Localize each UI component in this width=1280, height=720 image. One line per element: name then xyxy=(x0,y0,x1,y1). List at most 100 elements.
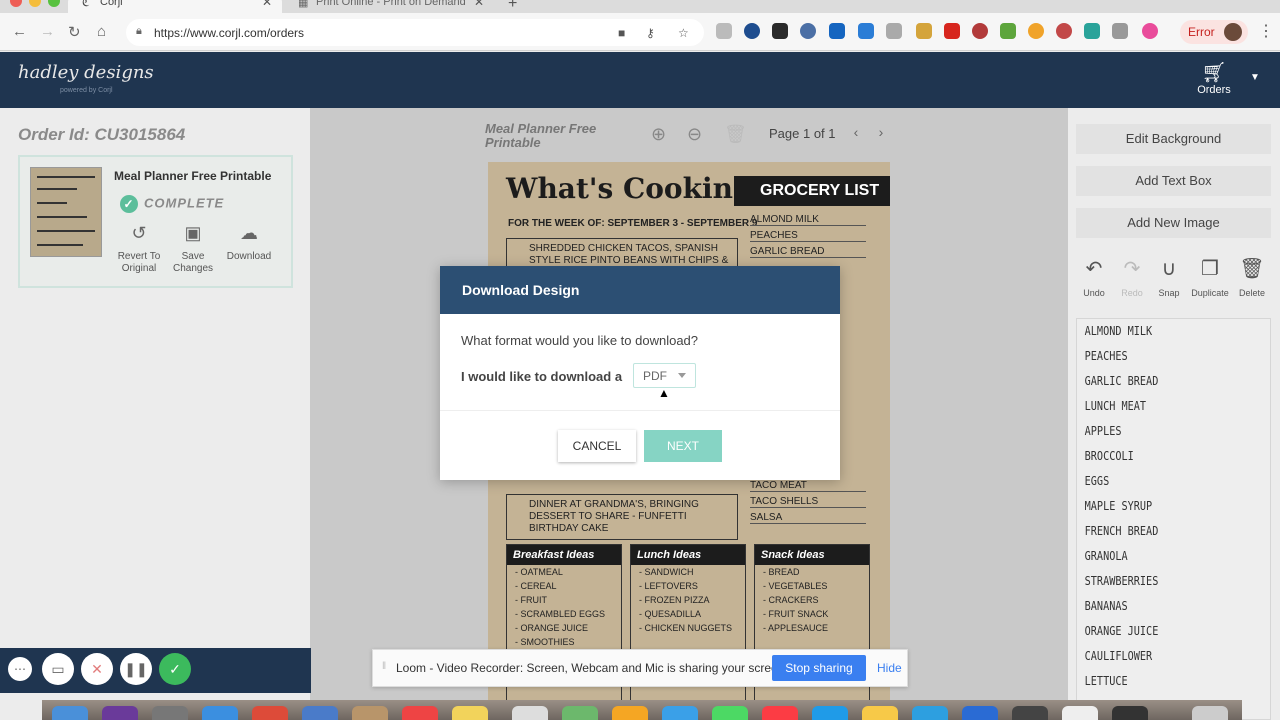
extension-icon[interactable] xyxy=(1028,23,1044,39)
new-tab-icon[interactable]: + xyxy=(508,0,517,13)
chrome-icon[interactable] xyxy=(252,706,288,720)
drag-handle-icon[interactable]: ‖ xyxy=(382,661,386,672)
list-item[interactable]: BANANAS xyxy=(1077,594,1241,619)
forward-icon[interactable]: → xyxy=(40,23,55,40)
bookmark-star-icon[interactable]: ☆ xyxy=(678,26,689,40)
list-item[interactable]: STRAWBERRIES xyxy=(1077,569,1241,594)
reload-icon[interactable]: ↻ xyxy=(68,23,81,41)
revert-button[interactable]: ↺ Revert To Original xyxy=(113,224,165,275)
list-item[interactable]: LUNCH MEAT xyxy=(1077,394,1241,419)
extension-icon[interactable] xyxy=(886,23,902,39)
profile-error-button[interactable]: Error xyxy=(1180,20,1248,44)
close-tab-icon[interactable]: ✕ xyxy=(474,0,484,9)
chevron-down-icon[interactable]: ▼ xyxy=(1250,72,1260,83)
list-item[interactable]: LETTUCE xyxy=(1077,669,1241,694)
app-icon[interactable] xyxy=(1112,706,1148,720)
launchpad-icon[interactable] xyxy=(152,706,188,720)
list-item[interactable]: MAPLE SYRUP xyxy=(1077,494,1241,519)
extension-icon[interactable] xyxy=(1084,23,1100,39)
prev-page-icon[interactable]: ‹ xyxy=(846,124,866,140)
finder-icon[interactable] xyxy=(52,706,88,720)
app-icon[interactable] xyxy=(862,706,898,720)
text-item-list[interactable]: ALMOND MILK PEACHES GARLIC BREAD LUNCH M… xyxy=(1076,318,1271,720)
zoom-in-icon[interactable]: ⊕ xyxy=(651,124,666,145)
extension-icon[interactable] xyxy=(800,23,816,39)
add-new-image-button[interactable]: Add New Image xyxy=(1076,208,1271,238)
extension-icon[interactable] xyxy=(944,23,960,39)
minimize-window-icon[interactable] xyxy=(29,0,41,7)
list-item[interactable]: PEACHES xyxy=(1077,344,1241,369)
hide-link[interactable]: Hide xyxy=(877,661,902,675)
extension-icon[interactable] xyxy=(916,23,932,39)
snap-button[interactable]: ∪ Snap xyxy=(1149,259,1189,299)
extension-icon[interactable] xyxy=(972,23,988,39)
add-text-box-button[interactable]: Add Text Box xyxy=(1076,166,1271,196)
edit-background-button[interactable]: Edit Background xyxy=(1076,124,1271,154)
list-item[interactable]: FRENCH BREAD xyxy=(1077,519,1241,544)
list-item[interactable]: CAULIFLOWER xyxy=(1077,644,1241,669)
tab-corjl[interactable]: ℭ Corjl ✕ xyxy=(68,0,282,13)
stop-sharing-button[interactable]: Stop sharing xyxy=(772,655,866,681)
extension-icon[interactable] xyxy=(829,23,845,39)
app-icon[interactable] xyxy=(1062,706,1098,720)
download-button[interactable]: ☁ Download xyxy=(223,224,275,263)
messages-icon[interactable] xyxy=(662,706,698,720)
home-icon[interactable]: ⌂ xyxy=(97,23,106,40)
orders-button[interactable]: 🛒︎ Orders xyxy=(1192,62,1236,96)
list-item[interactable]: ORANGE JUICE xyxy=(1077,619,1241,644)
app-store-icon[interactable] xyxy=(812,706,848,720)
key-icon[interactable]: ⚷ xyxy=(646,26,655,40)
pause-icon[interactable]: ❚❚ xyxy=(120,653,152,685)
design-thumbnail[interactable] xyxy=(30,167,102,257)
more-options-icon[interactable]: ⋯ xyxy=(8,657,32,681)
extension-icon[interactable] xyxy=(858,23,874,39)
save-changes-button[interactable]: ▣ Save Changes xyxy=(167,224,219,275)
extension-icon[interactable] xyxy=(1112,23,1128,39)
app-icon[interactable] xyxy=(1012,706,1048,720)
finish-recording-icon[interactable]: ✓ xyxy=(159,653,191,685)
next-page-icon[interactable]: › xyxy=(871,124,891,140)
cancel-button[interactable]: CANCEL xyxy=(558,430,636,462)
back-icon[interactable]: ← xyxy=(12,23,27,40)
facetime-icon[interactable] xyxy=(712,706,748,720)
extension-icon[interactable] xyxy=(744,23,760,39)
undo-button[interactable]: ↶ Undo xyxy=(1074,259,1114,299)
brand-logo[interactable]: hadley designs xyxy=(18,62,154,83)
maximize-window-icon[interactable] xyxy=(48,0,60,7)
cancel-recording-icon[interactable]: ✕ xyxy=(81,653,113,685)
duplicate-button[interactable]: ❐ Duplicate xyxy=(1190,259,1230,299)
list-item[interactable]: GRANOLA xyxy=(1077,544,1241,569)
extension-icon[interactable] xyxy=(1056,23,1072,39)
app-icon[interactable] xyxy=(962,706,998,720)
safari-icon[interactable] xyxy=(202,706,238,720)
close-tab-icon[interactable]: ✕ xyxy=(262,0,272,9)
app-icon[interactable] xyxy=(912,706,948,720)
list-item[interactable]: APPLES xyxy=(1077,419,1241,444)
camera-toggle-icon[interactable]: ▭ xyxy=(42,653,74,685)
app-icon[interactable] xyxy=(302,706,338,720)
browser-menu-icon[interactable]: ⋮ xyxy=(1258,21,1274,41)
list-item[interactable]: GARLIC BREAD xyxy=(1077,369,1241,394)
format-select[interactable]: PDF xyxy=(633,363,696,388)
trash-icon[interactable] xyxy=(1192,706,1228,720)
redo-button[interactable]: ↷ Redo xyxy=(1112,259,1152,299)
extension-icon[interactable] xyxy=(1142,23,1158,39)
app-icon[interactable] xyxy=(352,706,388,720)
list-item[interactable]: ALMOND MILK xyxy=(1077,319,1241,344)
extension-icon[interactable] xyxy=(772,23,788,39)
zoom-out-icon[interactable]: ⊖ xyxy=(687,124,702,145)
close-window-icon[interactable] xyxy=(10,0,22,7)
trash-icon[interactable]: 🗑︎ xyxy=(724,124,747,145)
extension-icon[interactable] xyxy=(1000,23,1016,39)
tab-print-online[interactable]: ▦ Print Online - Print on Demand ✕ xyxy=(284,0,494,13)
next-button[interactable]: NEXT xyxy=(644,430,722,462)
siri-icon[interactable] xyxy=(102,706,138,720)
maps-icon[interactable] xyxy=(562,706,598,720)
list-item[interactable]: BROCCOLI xyxy=(1077,444,1241,469)
address-bar[interactable]: 🔒︎ https://www.corjl.com/orders ■ ⚷ ☆ xyxy=(126,19,704,46)
camera-icon[interactable]: ■ xyxy=(618,26,625,40)
extension-icon[interactable] xyxy=(716,23,732,39)
app-icon[interactable] xyxy=(512,706,548,720)
music-icon[interactable] xyxy=(762,706,798,720)
notes-icon[interactable] xyxy=(452,706,488,720)
